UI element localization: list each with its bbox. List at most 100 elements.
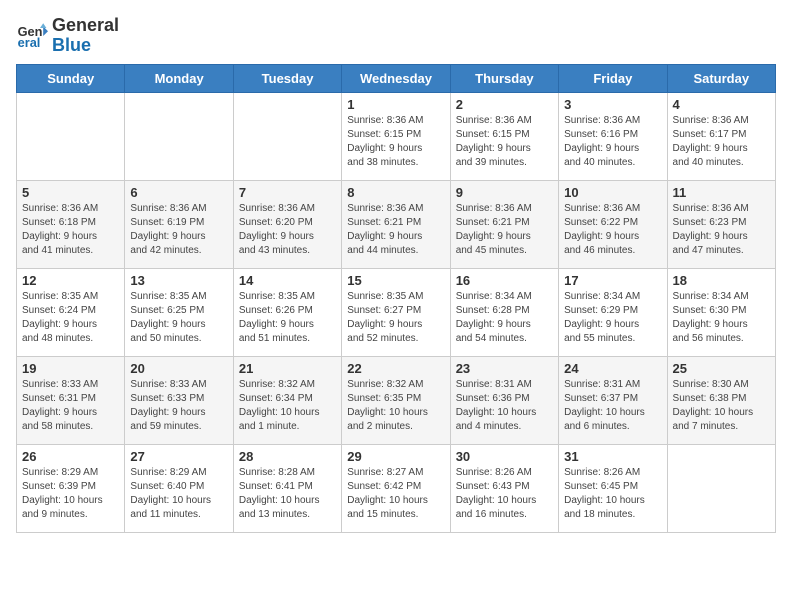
day-info: Sunrise: 8:36 AM Sunset: 6:19 PM Dayligh… [130,202,227,258]
day-cell: 3 Sunrise: 8:36 AM Sunset: 6:16 PM Daylig… [559,92,667,180]
day-number: 1 [347,97,444,112]
day-cell: 30 Sunrise: 8:26 AM Sunset: 6:43 PM Dayli… [450,444,558,532]
day-info: Sunrise: 8:36 AM Sunset: 6:18 PM Dayligh… [22,202,119,258]
day-cell: 19 Sunrise: 8:33 AM Sunset: 6:31 PM Dayli… [17,356,125,444]
day-cell: 26 Sunrise: 8:29 AM Sunset: 6:39 PM Dayli… [17,444,125,532]
week-row-2: 5Sunrise: 8:36 AM Sunset: 6:18 PM Daylig… [17,180,776,268]
day-cell: 10 Sunrise: 8:36 AM Sunset: 6:22 PM Dayli… [559,180,667,268]
logo-text-blue: Blue [52,36,119,56]
day-number: 31 [564,449,661,464]
day-info: Sunrise: 8:32 AM Sunset: 6:34 PM Dayligh… [239,378,336,434]
header-cell-wednesday: Wednesday [342,64,450,92]
day-cell [125,92,233,180]
day-info: Sunrise: 8:31 AM Sunset: 6:36 PM Dayligh… [456,378,553,434]
day-cell: 27 Sunrise: 8:29 AM Sunset: 6:40 PM Dayli… [125,444,233,532]
day-info: Sunrise: 8:26 AM Sunset: 6:45 PM Dayligh… [564,466,661,522]
day-info: Sunrise: 8:26 AM Sunset: 6:43 PM Dayligh… [456,466,553,522]
calendar-table: SundayMondayTuesdayWednesdayThursdayFrid… [16,64,776,533]
day-cell: 1Sunrise: 8:36 AM Sunset: 6:15 PM Daylig… [342,92,450,180]
day-info: Sunrise: 8:32 AM Sunset: 6:35 PM Dayligh… [347,378,444,434]
day-info: Sunrise: 8:36 AM Sunset: 6:23 PM Dayligh… [673,202,770,258]
day-info: Sunrise: 8:34 AM Sunset: 6:28 PM Dayligh… [456,290,553,346]
day-info: Sunrise: 8:34 AM Sunset: 6:29 PM Dayligh… [564,290,661,346]
day-cell: 5Sunrise: 8:36 AM Sunset: 6:18 PM Daylig… [17,180,125,268]
header-cell-thursday: Thursday [450,64,558,92]
day-number: 25 [673,361,770,376]
day-number: 30 [456,449,553,464]
day-cell: 11 Sunrise: 8:36 AM Sunset: 6:23 PM Dayli… [667,180,775,268]
day-number: 22 [347,361,444,376]
week-row-4: 19 Sunrise: 8:33 AM Sunset: 6:31 PM Dayli… [17,356,776,444]
day-cell: 31 Sunrise: 8:26 AM Sunset: 6:45 PM Dayli… [559,444,667,532]
day-info: Sunrise: 8:35 AM Sunset: 6:25 PM Dayligh… [130,290,227,346]
day-number: 17 [564,273,661,288]
logo: Gen eral General Blue [16,16,119,56]
day-cell: 6 Sunrise: 8:36 AM Sunset: 6:19 PM Daylig… [125,180,233,268]
day-number: 11 [673,185,770,200]
day-number: 23 [456,361,553,376]
day-cell [17,92,125,180]
header-row: SundayMondayTuesdayWednesdayThursdayFrid… [17,64,776,92]
day-number: 6 [130,185,227,200]
day-info: Sunrise: 8:36 AM Sunset: 6:21 PM Dayligh… [456,202,553,258]
day-info: Sunrise: 8:36 AM Sunset: 6:17 PM Dayligh… [673,114,770,170]
day-number: 13 [130,273,227,288]
day-cell: 28Sunrise: 8:28 AM Sunset: 6:41 PM Dayli… [233,444,341,532]
day-number: 24 [564,361,661,376]
day-cell: 12Sunrise: 8:35 AM Sunset: 6:24 PM Dayli… [17,268,125,356]
day-cell: 16 Sunrise: 8:34 AM Sunset: 6:28 PM Dayli… [450,268,558,356]
day-info: Sunrise: 8:36 AM Sunset: 6:16 PM Dayligh… [564,114,661,170]
day-info: Sunrise: 8:33 AM Sunset: 6:31 PM Dayligh… [22,378,119,434]
day-info: Sunrise: 8:34 AM Sunset: 6:30 PM Dayligh… [673,290,770,346]
day-number: 3 [564,97,661,112]
day-cell: 25Sunrise: 8:30 AM Sunset: 6:38 PM Dayli… [667,356,775,444]
day-cell: 9 Sunrise: 8:36 AM Sunset: 6:21 PM Daylig… [450,180,558,268]
day-info: Sunrise: 8:35 AM Sunset: 6:26 PM Dayligh… [239,290,336,346]
day-number: 15 [347,273,444,288]
day-number: 9 [456,185,553,200]
day-number: 21 [239,361,336,376]
day-cell: 20Sunrise: 8:33 AM Sunset: 6:33 PM Dayli… [125,356,233,444]
day-number: 14 [239,273,336,288]
day-info: Sunrise: 8:33 AM Sunset: 6:33 PM Dayligh… [130,378,227,434]
day-cell: 4 Sunrise: 8:36 AM Sunset: 6:17 PM Daylig… [667,92,775,180]
day-info: Sunrise: 8:35 AM Sunset: 6:27 PM Dayligh… [347,290,444,346]
svg-text:eral: eral [18,35,41,50]
header-cell-saturday: Saturday [667,64,775,92]
header-cell-monday: Monday [125,64,233,92]
day-info: Sunrise: 8:29 AM Sunset: 6:39 PM Dayligh… [22,466,119,522]
day-cell: 24 Sunrise: 8:31 AM Sunset: 6:37 PM Dayli… [559,356,667,444]
day-number: 27 [130,449,227,464]
day-number: 29 [347,449,444,464]
day-info: Sunrise: 8:27 AM Sunset: 6:42 PM Dayligh… [347,466,444,522]
day-info: Sunrise: 8:31 AM Sunset: 6:37 PM Dayligh… [564,378,661,434]
day-cell: 23 Sunrise: 8:31 AM Sunset: 6:36 PM Dayli… [450,356,558,444]
day-cell: 21 Sunrise: 8:32 AM Sunset: 6:34 PM Dayli… [233,356,341,444]
week-row-3: 12Sunrise: 8:35 AM Sunset: 6:24 PM Dayli… [17,268,776,356]
header-cell-friday: Friday [559,64,667,92]
day-number: 10 [564,185,661,200]
day-info: Sunrise: 8:36 AM Sunset: 6:21 PM Dayligh… [347,202,444,258]
day-cell: 14 Sunrise: 8:35 AM Sunset: 6:26 PM Dayli… [233,268,341,356]
day-number: 26 [22,449,119,464]
logo-icon: Gen eral [16,20,48,52]
day-cell: 22 Sunrise: 8:32 AM Sunset: 6:35 PM Dayli… [342,356,450,444]
week-row-1: 1 Sunrise: 8:36 AM Sunset: 6:15 PM Daylig… [17,92,776,180]
day-info: Sunrise: 8:29 AM Sunset: 6:40 PM Dayligh… [130,466,227,522]
day-number: 4 [673,97,770,112]
day-cell: 13 Sunrise: 8:35 AM Sunset: 6:25 PM Dayli… [125,268,233,356]
day-cell: 8Sunrise: 8:36 AM Sunset: 6:21 PM Daylig… [342,180,450,268]
page-header: Gen eral General Blue [16,16,776,56]
day-cell [667,444,775,532]
day-cell: 7Sunrise: 8:36 AM Sunset: 6:20 PM Daylig… [233,180,341,268]
header-cell-tuesday: Tuesday [233,64,341,92]
day-number: 16 [456,273,553,288]
day-info: Sunrise: 8:36 AM Sunset: 6:15 PM Dayligh… [456,114,553,170]
day-cell: 15 Sunrise: 8:35 AM Sunset: 6:27 PM Dayli… [342,268,450,356]
week-row-5: 26 Sunrise: 8:29 AM Sunset: 6:39 PM Dayli… [17,444,776,532]
day-number: 19 [22,361,119,376]
day-info: Sunrise: 8:36 AM Sunset: 6:22 PM Dayligh… [564,202,661,258]
day-cell [233,92,341,180]
day-cell: 17 Sunrise: 8:34 AM Sunset: 6:29 PM Dayli… [559,268,667,356]
day-cell: 18Sunrise: 8:34 AM Sunset: 6:30 PM Dayli… [667,268,775,356]
